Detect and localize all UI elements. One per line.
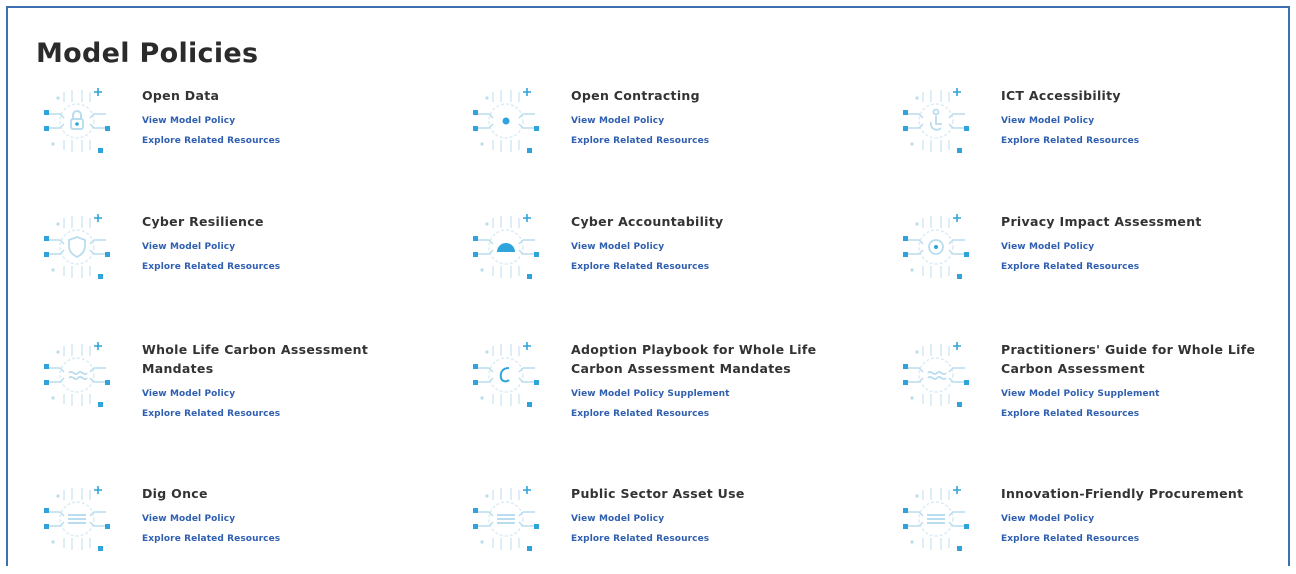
policy-title: Whole Life Carbon Assessment Mandates [142,342,369,376]
explore-related-resources-link[interactable]: Explore Related Resources [1001,257,1139,277]
policy-title: Adoption Playbook for Whole Life Carbon … [571,342,817,376]
view-model-policy-link[interactable]: View Model Policy [571,509,709,529]
layers-icon [36,480,118,558]
dot-icon [465,82,547,160]
view-model-policy-link[interactable]: View Model Policy [142,509,280,529]
view-model-policy-link[interactable]: View Model Policy [1001,237,1139,257]
explore-related-resources-link[interactable]: Explore Related Resources [571,529,709,549]
policy-title: Dig Once [142,486,208,501]
view-model-policy-link[interactable]: View Model Policy [1001,111,1139,131]
view-model-policy-supplement-link[interactable]: View Model Policy Supplement [571,384,730,404]
cycle-icon [895,336,977,414]
layers-icon [895,480,977,558]
policy-title: ICT Accessibility [1001,88,1121,103]
view-model-policy-link[interactable]: View Model Policy [142,237,280,257]
leaf-icon [465,336,547,414]
policy-card-cyber-resilience: Cyber Resilience View Model Policy Explo… [36,212,436,302]
policy-card-innovation-friendly-procurement: Innovation-Friendly Procurement View Mod… [895,484,1295,574]
explore-related-resources-link[interactable]: Explore Related Resources [142,131,280,151]
policy-card-public-sector-asset-use: Public Sector Asset Use View Model Polic… [465,484,865,574]
explore-related-resources-link[interactable]: Explore Related Resources [142,529,280,549]
policy-card-cyber-accountability: Cyber Accountability View Model Policy E… [465,212,865,302]
content-frame: Model Policies Open Data View Model Poli… [6,6,1290,566]
view-model-policy-link[interactable]: View Model Policy [142,384,280,404]
policy-title: Cyber Accountability [571,214,724,229]
accessibility-icon [895,82,977,160]
lock-icon [36,82,118,160]
policy-title: Open Data [142,88,220,103]
layers-icon [465,480,547,558]
explore-related-resources-link[interactable]: Explore Related Resources [142,404,280,424]
policy-card-ict-accessibility: ICT Accessibility View Model Policy Expl… [895,86,1295,176]
explore-related-resources-link[interactable]: Explore Related Resources [571,131,709,151]
policy-card-practitioners-guide: Practitioners' Guide for Whole Life Carb… [895,340,1295,430]
explore-related-resources-link[interactable]: Explore Related Resources [142,257,280,277]
view-model-policy-link[interactable]: View Model Policy [571,237,709,257]
policy-title: Open Contracting [571,88,700,103]
policy-grid: Open Data View Model Policy Explore Rela… [8,8,1288,566]
cycle-icon [36,336,118,414]
view-model-policy-link[interactable]: View Model Policy [571,111,709,131]
explore-related-resources-link[interactable]: Explore Related Resources [1001,404,1160,424]
policy-title: Public Sector Asset Use [571,486,745,501]
policy-card-adoption-playbook: Adoption Playbook for Whole Life Carbon … [465,340,865,430]
policy-title: Privacy Impact Assessment [1001,214,1202,229]
explore-related-resources-link[interactable]: Explore Related Resources [1001,131,1139,151]
policy-title: Practitioners' Guide for Whole Life Carb… [1001,342,1256,376]
policy-title: Cyber Resilience [142,214,264,229]
policy-card-whole-life-carbon-assessment-mandates: Whole Life Carbon Assessment Mandates Vi… [36,340,436,430]
policy-card-open-data: Open Data View Model Policy Explore Rela… [36,86,436,176]
target-icon [895,208,977,286]
explore-related-resources-link[interactable]: Explore Related Resources [1001,529,1139,549]
policy-title: Innovation-Friendly Procurement [1001,486,1244,501]
view-model-policy-supplement-link[interactable]: View Model Policy Supplement [1001,384,1160,404]
explore-related-resources-link[interactable]: Explore Related Resources [571,404,730,424]
view-model-policy-link[interactable]: View Model Policy [1001,509,1139,529]
explore-related-resources-link[interactable]: Explore Related Resources [571,257,709,277]
view-model-policy-link[interactable]: View Model Policy [142,111,280,131]
policy-card-dig-once: Dig Once View Model Policy Explore Relat… [36,484,436,574]
policy-card-privacy-impact-assessment: Privacy Impact Assessment View Model Pol… [895,212,1295,302]
dome-icon [465,208,547,286]
shield-icon [36,208,118,286]
policy-card-open-contracting: Open Contracting View Model Policy Explo… [465,86,865,176]
